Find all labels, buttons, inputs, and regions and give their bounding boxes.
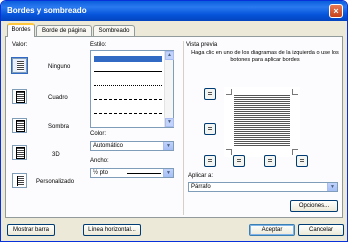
chevron-down-icon[interactable]: ▼ [163, 169, 173, 177]
preview-area[interactable] [224, 87, 300, 157]
setting-none-icon[interactable] [11, 57, 28, 74]
preview-instructions: Haga clic en uno de los diagramas de la … [191, 50, 339, 63]
title-bar[interactable]: Bordes y sombreado × [1, 1, 347, 21]
color-value: Automático [93, 143, 124, 149]
scroll-up-icon[interactable]: ▲ [165, 51, 174, 60]
cancel-button[interactable]: Cancelar [298, 224, 344, 236]
style-option-solid[interactable] [94, 71, 162, 72]
inside-vertical-border-button[interactable] [264, 155, 276, 167]
chevron-down-icon[interactable]: ▼ [327, 183, 337, 191]
width-heading: Ancho: [90, 158, 109, 164]
apply-to-heading: Aplicar a: [188, 173, 214, 179]
scroll-down-icon[interactable]: ▼ [165, 118, 174, 127]
left-border-button[interactable] [233, 155, 245, 167]
style-option-dashed[interactable] [94, 99, 162, 100]
chevron-down-icon[interactable]: ▼ [163, 142, 173, 150]
color-select[interactable]: Automático ▼ [90, 141, 174, 151]
preview-text-sample [234, 95, 290, 147]
setting-shadow-icon[interactable] [12, 118, 27, 133]
setting-3d-icon[interactable] [12, 145, 27, 160]
apply-to-select[interactable]: Párrafo ▼ [188, 182, 338, 192]
style-heading: Estilo: [90, 42, 107, 48]
tab-sombreado[interactable]: Sombreado [93, 25, 135, 36]
borders-dialog: Bordes y sombreado × Bordes Borde de pág… [0, 0, 348, 242]
color-heading: Color: [90, 131, 107, 137]
dialog-title: Bordes y sombreado [7, 6, 87, 15]
top-border-button[interactable] [204, 88, 216, 100]
right-border-button[interactable] [296, 155, 308, 167]
apply-to-value: Párrafo [191, 184, 211, 190]
width-select[interactable]: ½ pto ▼ [90, 168, 174, 178]
style-option-dotted[interactable] [94, 85, 162, 86]
setting-box-icon[interactable] [12, 89, 27, 104]
show-toolbar-button[interactable]: Mostrar barra [7, 224, 55, 236]
width-value: ½ pto [93, 170, 109, 176]
tab-borde-de-pagina[interactable]: Borde de página [36, 25, 92, 36]
bottom-border-button[interactable] [204, 155, 216, 167]
options-button[interactable]: Opciones... [290, 200, 338, 212]
preview-heading: Vista previa [186, 42, 218, 48]
style-listbox[interactable]: ▲ ▼ [90, 50, 174, 128]
style-scrollbar[interactable]: ▲ ▼ [164, 51, 174, 127]
corner-mark [292, 89, 298, 95]
style-option-none[interactable] [94, 56, 162, 62]
setting-3d-label[interactable]: 3D [52, 152, 60, 158]
inside-horizontal-border-button[interactable] [204, 123, 216, 135]
width-line-sample [127, 173, 161, 174]
setting-shadow-label[interactable]: Sombra [48, 124, 69, 130]
setting-custom-label[interactable]: Personalizado [36, 179, 74, 185]
tab-bordes[interactable]: Bordes [7, 23, 35, 37]
ok-button[interactable]: Aceptar [249, 224, 295, 236]
style-option-dash-dot[interactable] [94, 113, 162, 114]
corner-mark [226, 89, 232, 95]
setting-none-label[interactable]: Ninguno [48, 64, 70, 70]
settings-heading: Valor: [12, 42, 28, 48]
close-button[interactable]: × [329, 4, 343, 18]
corner-mark [226, 149, 232, 155]
setting-box-label[interactable]: Cuadro [48, 95, 68, 101]
horizontal-line-button[interactable]: Línea horizontal... [83, 224, 141, 236]
setting-custom-icon[interactable] [12, 173, 27, 188]
column-divider [183, 41, 184, 215]
tab-panel: Valor: Ninguno Cuadro Sombra 3D Personal… [5, 36, 343, 218]
